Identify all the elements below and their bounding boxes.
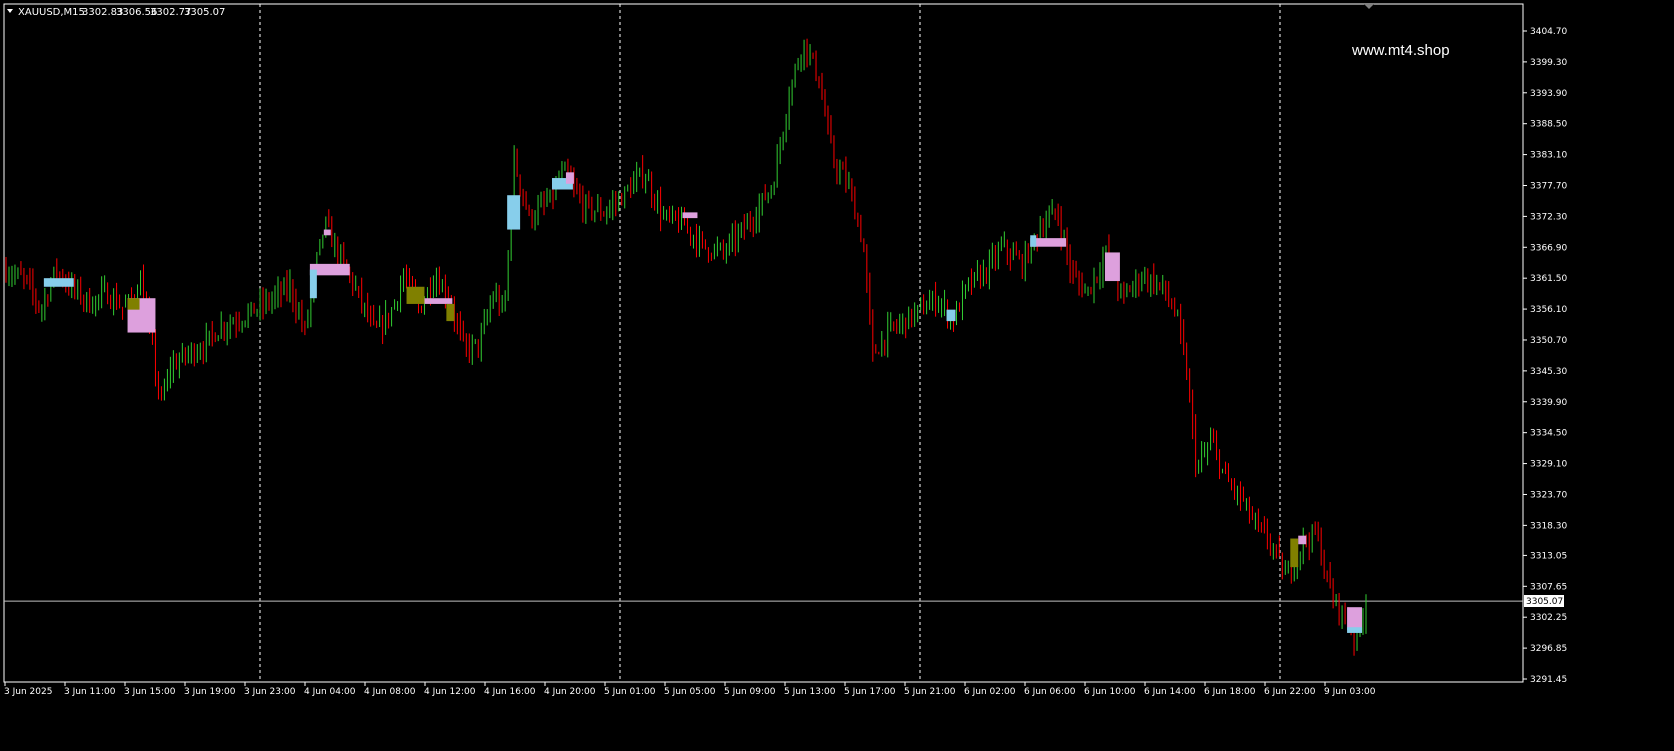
x-tick-label: 5 Jun 13:00 [784, 687, 836, 697]
chart-window[interactable]: 3404.70 3399.30 3393.90 3388.50 3383.10 3377.… [0, 0, 1674, 751]
y-tick-label: 3329.10 [1530, 460, 1567, 470]
x-tick-label: 4 Jun 20:00 [544, 687, 596, 697]
y-tick-label: 3296.85 [1530, 644, 1567, 654]
highlight-zone [1030, 235, 1037, 247]
x-tick-label: 9 Jun 03:00 [1324, 687, 1376, 697]
x-tick-label: 5 Jun 01:00 [604, 687, 656, 697]
y-tick-label: 3399.30 [1530, 58, 1567, 68]
x-tick-label: 5 Jun 05:00 [664, 687, 716, 697]
y-tick-label: 3323.70 [1530, 490, 1567, 500]
y-tick-label: 3313.05 [1530, 551, 1567, 561]
current-price-label: 3305.07 [1526, 597, 1563, 607]
y-tick-label: 3372.30 [1530, 212, 1567, 222]
x-tick-label: 5 Jun 17:00 [844, 687, 896, 697]
x-tick-label: 6 Jun 18:00 [1204, 687, 1256, 697]
y-tick-label: 3345.30 [1530, 367, 1567, 377]
x-tick-label: 4 Jun 08:00 [364, 687, 416, 697]
x-tick-label: 3 Jun 11:00 [64, 687, 116, 697]
highlight-zone [507, 195, 521, 230]
x-tick-label: 3 Jun 23:00 [244, 687, 296, 697]
y-tick-label: 3361.50 [1530, 274, 1567, 284]
x-tick-label: 6 Jun 06:00 [1024, 687, 1076, 697]
y-tick-label: 3383.10 [1530, 151, 1567, 161]
x-tick-label: 4 Jun 12:00 [424, 687, 476, 697]
x-tick-label: 6 Jun 10:00 [1084, 687, 1136, 697]
highlight-zone [309, 269, 317, 299]
y-tick-label: 3377.70 [1530, 181, 1567, 191]
y-tick-label: 3388.50 [1530, 120, 1567, 130]
x-tick-label: 6 Jun 14:00 [1144, 687, 1196, 697]
x-tick-label: 3 Jun 19:00 [184, 687, 236, 697]
y-tick-label: 3307.65 [1530, 582, 1567, 592]
y-tick-label: 3291.45 [1530, 675, 1567, 685]
highlight-zone [424, 298, 453, 304]
highlight-zone [1347, 627, 1363, 633]
symbol-label: XAUUSD,M15 [18, 7, 85, 18]
y-tick-label: 3393.90 [1530, 89, 1567, 99]
x-tick-label: 5 Jun 21:00 [904, 687, 956, 697]
candlestick-chart[interactable]: 3404.70 3399.30 3393.90 3388.50 3383.10 3377.… [0, 0, 1674, 751]
highlight-zone [1298, 535, 1307, 545]
x-tick-label: 3 Jun 2025 [4, 687, 52, 697]
x-tick-label: 4 Jun 16:00 [484, 687, 536, 697]
y-tick-label: 3350.70 [1530, 336, 1567, 346]
x-tick-label: 5 Jun 09:00 [724, 687, 776, 697]
watermark: www.mt4.shop [1351, 42, 1450, 59]
highlight-zone [1347, 607, 1363, 631]
y-tick-label: 3302.25 [1530, 613, 1567, 623]
x-tick-label: 6 Jun 22:00 [1264, 687, 1316, 697]
y-tick-label: 3404.70 [1530, 27, 1567, 37]
highlight-zone [1104, 252, 1120, 282]
highlight-zone [43, 278, 74, 287]
highlight-zone [127, 298, 140, 310]
x-tick-label: 4 Jun 04:00 [304, 687, 356, 697]
ohlc-close: 3305.07 [184, 7, 225, 18]
x-tick-label: 3 Jun 15:00 [124, 687, 176, 697]
y-tick-label: 3356.10 [1530, 305, 1567, 315]
highlight-zone [682, 212, 698, 219]
y-tick-label: 3339.90 [1530, 398, 1567, 408]
chart-background [0, 0, 1674, 751]
highlight-zone [446, 303, 455, 322]
x-tick-label: 6 Jun 02:00 [964, 687, 1016, 697]
highlight-zone [1290, 538, 1299, 568]
y-tick-label: 3318.30 [1530, 521, 1567, 531]
highlight-zone [565, 172, 574, 184]
highlight-zone [323, 229, 331, 236]
highlight-zone [946, 309, 956, 322]
y-tick-label: 3366.90 [1530, 243, 1567, 253]
highlight-zone [406, 286, 425, 304]
y-tick-label: 3334.50 [1530, 429, 1567, 439]
